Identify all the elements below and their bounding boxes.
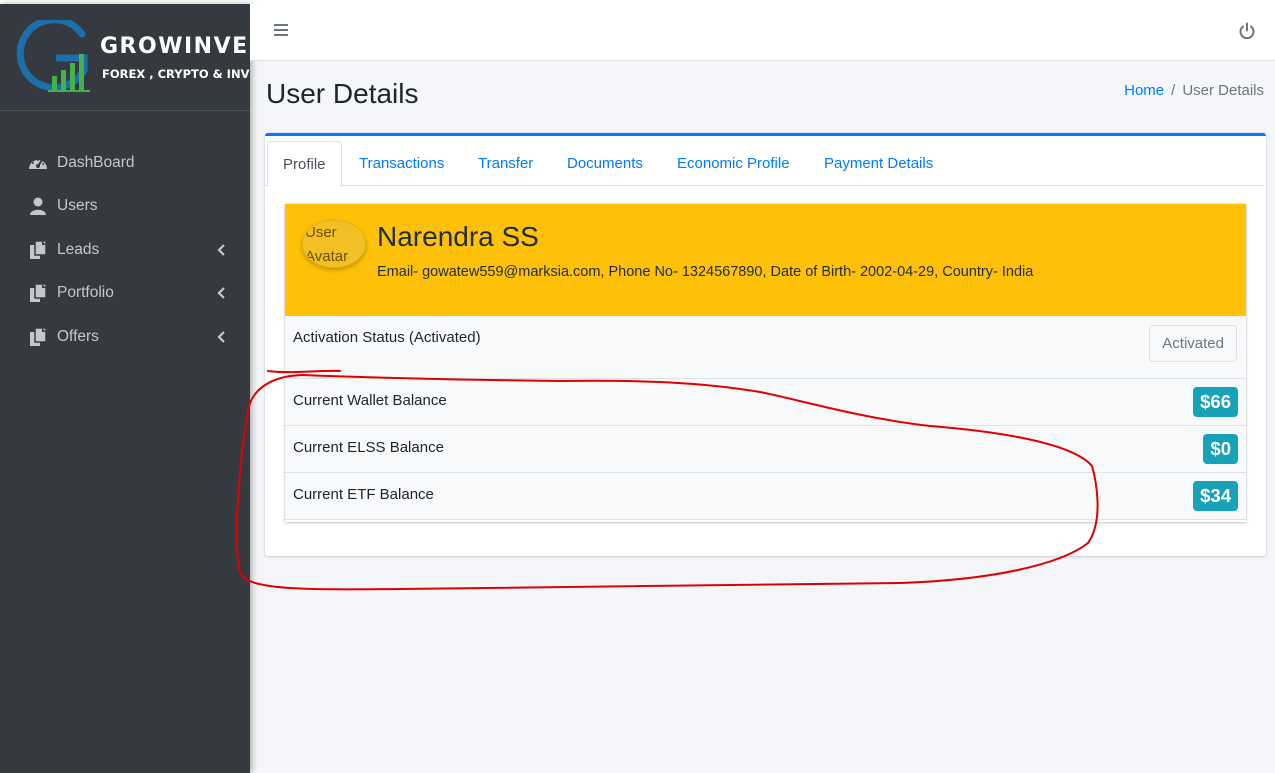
breadcrumb-home-link[interactable]: Home [1124, 82, 1164, 99]
sidebar-nav: DashBoard Users Leads Portfolio Offers [0, 141, 250, 359]
sidebar-item-label: Offers [57, 327, 99, 345]
sidebar: GROWINVE FOREX , CRYPTO & INV DashBoard … [0, 4, 250, 773]
user-profile-widget: User Avatar Narendra SS Email- gowatew55… [285, 204, 1246, 522]
hamburger-icon[interactable] [274, 24, 288, 38]
dashboard-gauge-icon [28, 153, 48, 173]
brand-title: GROWINVE [100, 34, 249, 59]
tab-transactions[interactable]: Transactions [359, 141, 444, 186]
breadcrumb-current: User Details [1182, 82, 1264, 99]
tab-transfer[interactable]: Transfer [478, 141, 533, 186]
user-name: Narendra SS [377, 221, 539, 252]
sidebar-item-portfolio[interactable]: Portfolio [0, 272, 250, 316]
chevron-left-icon [216, 330, 226, 343]
balance-badge: $0 [1203, 434, 1238, 464]
balance-badge: $34 [1193, 481, 1238, 511]
profile-rows: Activation Status (Activated) Activated … [285, 316, 1246, 520]
user-details-card: Profile Transactions Transfer Documents … [265, 133, 1266, 556]
breadcrumb-separator: / [1171, 82, 1176, 99]
elss-balance-row: Current ELSS Balance $0 [285, 426, 1246, 473]
page-title: User Details [266, 78, 419, 109]
chevron-left-icon [216, 243, 226, 256]
chevron-left-icon [216, 287, 226, 300]
growinvest-logo-icon [16, 20, 90, 92]
user-icon [28, 196, 48, 216]
user-contact-details: Email- gowatew559@marksia.com, Phone No-… [377, 264, 1034, 280]
sidebar-item-offers[interactable]: Offers [0, 315, 250, 359]
sidebar-item-users[interactable]: Users [0, 185, 250, 229]
etf-balance-row: Current ETF Balance $34 [285, 473, 1246, 520]
tabs-bar: Profile Transactions Transfer Documents … [265, 141, 1264, 187]
sidebar-item-dashboard[interactable]: DashBoard [0, 141, 250, 185]
profile-header: User Avatar Narendra SS Email- gowatew55… [285, 204, 1246, 316]
brand-subtitle: FOREX , CRYPTO & INV [102, 67, 250, 81]
sidebar-item-label: Users [57, 197, 98, 215]
tab-economic-profile[interactable]: Economic Profile [677, 141, 790, 186]
breadcrumb: Home / User Details [1124, 82, 1264, 99]
activation-status-row: Activation Status (Activated) Activated [285, 316, 1246, 379]
balance-label: Current Wallet Balance [293, 392, 447, 409]
top-navbar [250, 4, 1275, 61]
activated-button[interactable]: Activated [1149, 325, 1237, 362]
tab-documents[interactable]: Documents [567, 141, 643, 186]
copy-icon [28, 283, 48, 303]
power-icon[interactable] [1238, 22, 1256, 40]
copy-icon [28, 240, 48, 260]
tab-payment-details[interactable]: Payment Details [824, 141, 933, 186]
sidebar-item-label: DashBoard [57, 153, 135, 171]
sidebar-item-label: Portfolio [57, 284, 114, 302]
avatar: User Avatar [302, 220, 366, 268]
sidebar-item-label: Leads [57, 240, 100, 258]
brand[interactable]: GROWINVE FOREX , CRYPTO & INV [0, 4, 250, 111]
balance-badge: $66 [1193, 387, 1238, 417]
copy-icon [28, 327, 48, 347]
balance-label: Current ETF Balance [293, 486, 434, 503]
wallet-balance-row: Current Wallet Balance $66 [285, 379, 1246, 426]
activation-status-label: Activation Status (Activated) [293, 329, 481, 346]
balance-label: Current ELSS Balance [293, 439, 444, 456]
tab-profile[interactable]: Profile [267, 141, 342, 187]
sidebar-item-leads[interactable]: Leads [0, 228, 250, 272]
